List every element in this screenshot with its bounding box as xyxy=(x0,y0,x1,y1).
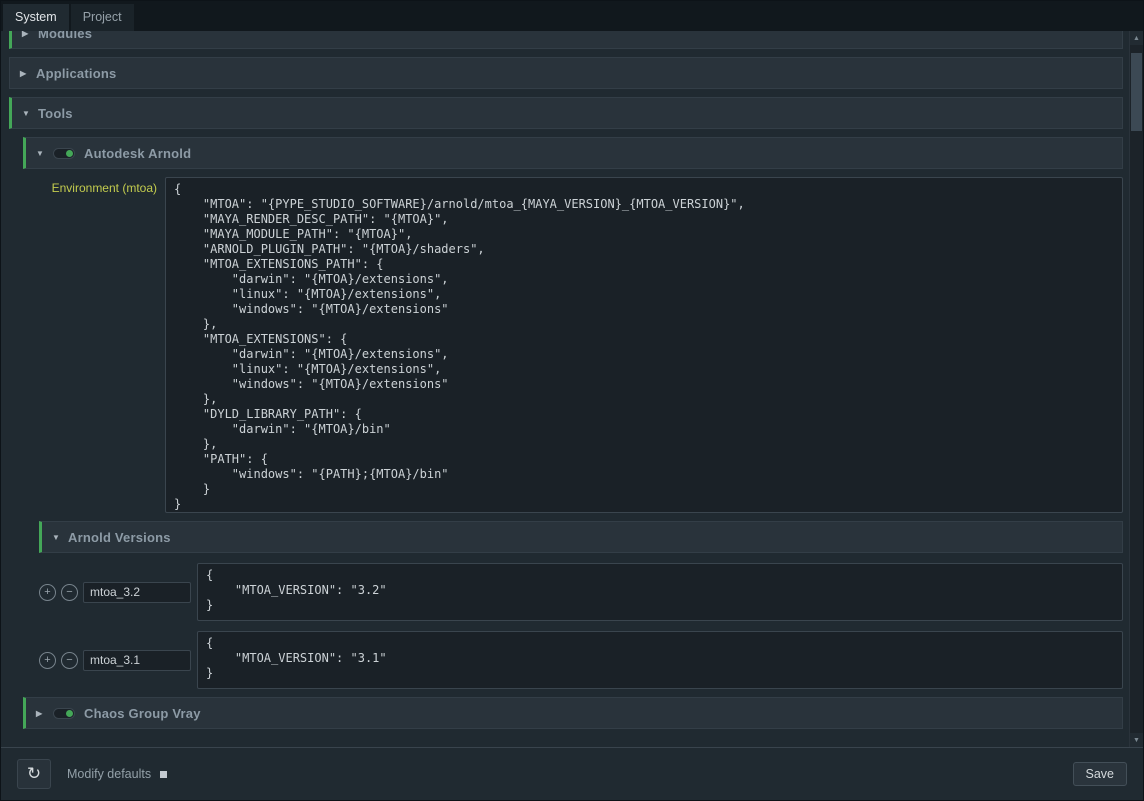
environment-mtoa-textarea[interactable]: { "MTOA": "{PYPE_STUDIO_SOFTWARE}/arnold… xyxy=(165,177,1123,513)
tab-system[interactable]: System xyxy=(3,4,69,31)
section-header-arnold-versions[interactable]: ▼ Arnold Versions xyxy=(39,521,1123,553)
refresh-button[interactable]: ↻ xyxy=(17,759,51,789)
settings-window: System Project ▶ Modules ▶ Applications … xyxy=(0,0,1144,801)
footer-bar: ↻ Modify defaults Save xyxy=(1,747,1143,800)
section-title-arnold-versions: Arnold Versions xyxy=(68,530,171,545)
modify-defaults-checkbox[interactable] xyxy=(160,771,167,778)
version-json-textarea[interactable]: { "MTOA_VERSION": "3.1" } xyxy=(197,631,1123,689)
arnold-body: Environment (mtoa) { "MTOA": "{PYPE_STUD… xyxy=(23,177,1123,689)
section-header-autodesk-arnold[interactable]: ▼ Autodesk Arnold xyxy=(23,137,1123,169)
section-title-autodesk-arnold: Autodesk Arnold xyxy=(84,146,191,161)
section-title-modules: Modules xyxy=(38,31,92,41)
remove-version-button[interactable]: − xyxy=(61,584,78,601)
refresh-icon: ↻ xyxy=(27,765,41,782)
scrollbar-thumb[interactable] xyxy=(1131,53,1142,131)
section-header-applications[interactable]: ▶ Applications xyxy=(9,57,1123,89)
version-row: + − { "MTOA_VERSION": "3.2" } xyxy=(39,563,1123,621)
version-name-input[interactable] xyxy=(83,582,191,603)
tab-project[interactable]: Project xyxy=(71,4,134,31)
expand-arrow-icon: ▼ xyxy=(22,109,38,118)
section-title-applications: Applications xyxy=(36,66,116,81)
section-title-chaos-group-vray: Chaos Group Vray xyxy=(84,706,201,721)
save-button[interactable]: Save xyxy=(1073,762,1128,786)
scrollbar[interactable]: ▲ ▼ xyxy=(1129,31,1143,747)
expand-arrow-icon: ▼ xyxy=(36,149,52,158)
tools-body: ▼ Autodesk Arnold Environment (mtoa) { "… xyxy=(9,137,1123,729)
collapse-arrow-icon: ▶ xyxy=(36,709,52,718)
main-area: ▶ Modules ▶ Applications ▼ Tools ▼ Autod… xyxy=(1,31,1143,747)
version-row: + − { "MTOA_VERSION": "3.1" } xyxy=(39,631,1123,689)
scroll-up-icon[interactable]: ▲ xyxy=(1130,31,1143,45)
collapse-arrow-icon: ▶ xyxy=(20,69,36,78)
arnold-enabled-toggle[interactable] xyxy=(53,148,75,159)
version-json-textarea[interactable]: { "MTOA_VERSION": "3.2" } xyxy=(197,563,1123,621)
tab-bar: System Project xyxy=(1,1,1143,31)
remove-version-button[interactable]: − xyxy=(61,652,78,669)
version-name-input[interactable] xyxy=(83,650,191,671)
scroll-down-icon[interactable]: ▼ xyxy=(1130,733,1143,747)
scrollbar-track[interactable] xyxy=(1130,45,1143,733)
add-version-button[interactable]: + xyxy=(39,584,56,601)
section-header-chaos-group-vray[interactable]: ▶ Chaos Group Vray xyxy=(23,697,1123,729)
add-version-button[interactable]: + xyxy=(39,652,56,669)
section-header-modules[interactable]: ▶ Modules xyxy=(9,31,1123,49)
collapse-arrow-icon: ▶ xyxy=(22,31,38,38)
section-header-tools[interactable]: ▼ Tools xyxy=(9,97,1123,129)
modify-defaults-label: Modify defaults xyxy=(67,767,151,781)
environment-field-row: Environment (mtoa) { "MTOA": "{PYPE_STUD… xyxy=(39,177,1123,513)
settings-scroll-area: ▶ Modules ▶ Applications ▼ Tools ▼ Autod… xyxy=(1,31,1129,747)
vray-enabled-toggle[interactable] xyxy=(53,708,75,719)
environment-mtoa-label: Environment (mtoa) xyxy=(39,177,165,195)
expand-arrow-icon: ▼ xyxy=(52,533,68,542)
section-title-tools: Tools xyxy=(38,106,73,121)
